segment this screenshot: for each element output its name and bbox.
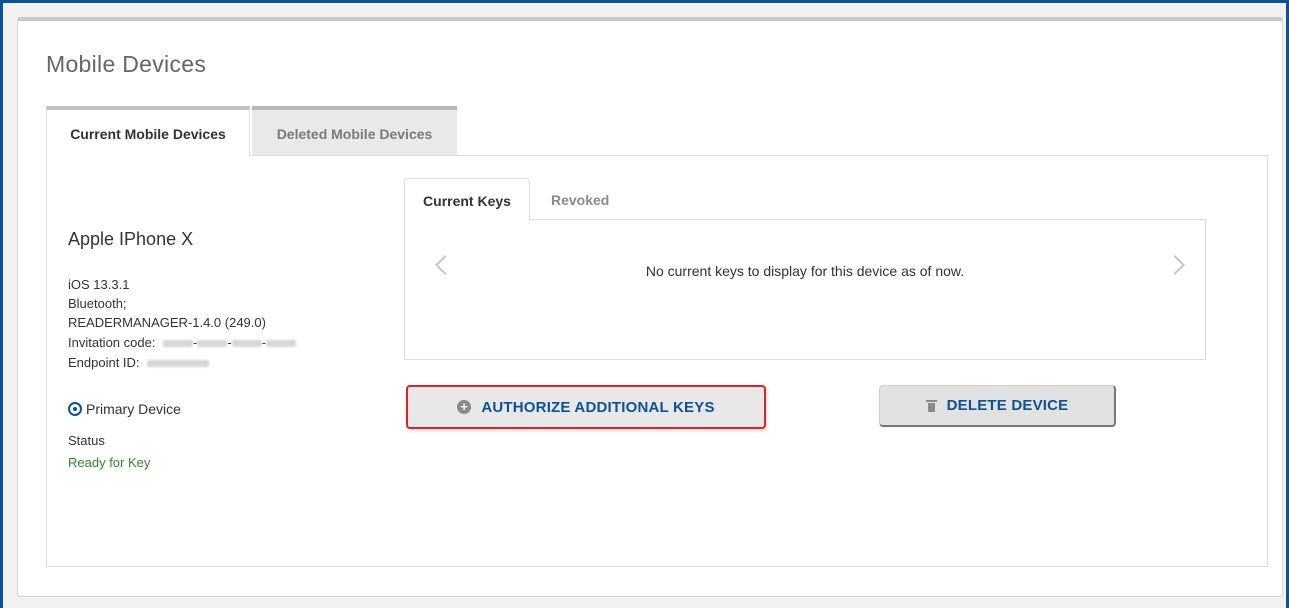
tab-current-mobile-devices[interactable]: Current Mobile Devices <box>46 106 250 156</box>
page-title: Mobile Devices <box>46 51 207 77</box>
tab-revoked-expired-keys[interactable]: Revoked / Expired Keys <box>551 178 609 340</box>
device-connectivity: Bluetooth; <box>68 296 127 311</box>
status-value: Ready for Key <box>68 455 151 470</box>
mobile-devices-card: Mobile Devices Current Mobile Devices De… <box>17 17 1283 597</box>
plus-circle-icon: + <box>457 400 472 414</box>
delete-device-button[interactable]: DELETE DEVICE <box>879 385 1116 427</box>
empty-keys-message: No current keys to display for this devi… <box>645 263 965 279</box>
endpoint-id-redacted <box>147 360 210 368</box>
primary-device-indicator: Primary Device <box>68 401 181 417</box>
device-os: iOS 13.3.1 <box>68 277 130 292</box>
radio-selected-icon <box>68 402 82 416</box>
current-devices-panel: Apple IPhone X iOS 13.3.1 Bluetooth; REA… <box>46 155 1268 567</box>
delete-button-label: DELETE DEVICE <box>946 397 1069 414</box>
keys-carousel: No current keys to display for this devi… <box>404 219 1206 360</box>
endpoint-id-label: Endpoint ID: <box>68 355 140 370</box>
device-name: Apple IPhone X <box>68 229 194 249</box>
authorize-button-label: AUTHORIZE ADDITIONAL KEYS <box>481 398 715 416</box>
bottom-strip <box>3 600 1286 608</box>
invitation-code-redacted <box>163 340 194 348</box>
primary-device-label: Primary Device <box>86 401 181 417</box>
endpoint-id-row: Endpoint ID: <box>68 355 210 370</box>
tab-deleted-mobile-devices[interactable]: Deleted Mobile Devices <box>252 106 457 156</box>
invitation-code-row: Invitation code: --- <box>68 335 297 350</box>
authorize-additional-keys-button[interactable]: + AUTHORIZE ADDITIONAL KEYS <box>406 385 766 429</box>
invitation-code-label: Invitation code: <box>68 335 156 350</box>
tab-current-keys[interactable]: Current Keys <box>404 178 530 220</box>
reader-manager-version: READERMANAGER-1.4.0 (249.0) <box>68 315 266 330</box>
trash-icon <box>925 399 937 412</box>
status-label: Status <box>68 433 105 448</box>
